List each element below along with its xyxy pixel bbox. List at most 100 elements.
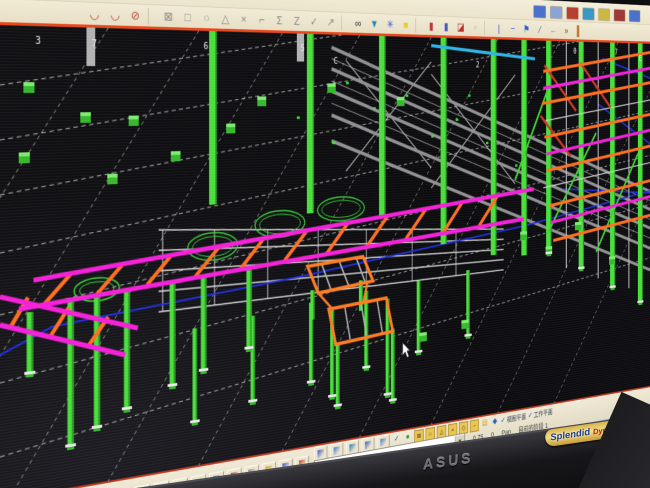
no-draw-icon[interactable]: ⊘ [125, 5, 145, 25]
footing-top [397, 97, 405, 100]
footing-top [257, 96, 266, 100]
platform-link [318, 292, 333, 313]
phase-dash-icon[interactable]: − [506, 20, 520, 36]
sketch-arc-icon[interactable]: ◡ [84, 4, 105, 24]
part-mark [373, 107, 376, 110]
column-shade [31, 312, 33, 371]
tower-orange-beam [543, 50, 650, 73]
column-shade [313, 34, 314, 213]
footing-top [107, 174, 117, 178]
footing-block [129, 119, 139, 126]
zigzag-tool-icon[interactable]: Z [288, 12, 305, 30]
footing-top [609, 256, 615, 260]
toolbar-fragment-icon-6[interactable] [629, 10, 640, 23]
create-box-icon[interactable]: □ [178, 8, 197, 27]
footing-block [609, 259, 615, 265]
part-mark [486, 142, 488, 144]
toolbar-fragment-icon-1[interactable] [550, 6, 563, 19]
part-mark [297, 116, 300, 119]
footing-top [226, 123, 235, 127]
toolbar-fragment-icon-2[interactable] [566, 7, 578, 20]
gray-tile-icon[interactable]: ▫ [468, 19, 482, 35]
orange-bar-icon[interactable]: ▌ [573, 23, 586, 38]
yellow-note-icon[interactable]: ■ [398, 16, 413, 33]
footing-block [327, 87, 335, 93]
footing-block [80, 116, 91, 123]
circular-duct [318, 196, 365, 223]
pin-blue-icon[interactable]: ▮ [439, 18, 454, 35]
toolbar-fragment-icon-0[interactable] [533, 5, 546, 19]
part-mark [406, 94, 409, 96]
binoculars-icon[interactable]: ∞ [350, 14, 366, 31]
platform-frame [329, 297, 393, 345]
grid-label: 7 [92, 39, 97, 50]
footing-top [520, 231, 527, 235]
splendid-label: Splendid [550, 427, 591, 444]
column-shade [469, 270, 470, 334]
platform-infill-beam [345, 305, 350, 340]
create-triangle-icon[interactable]: △ [216, 9, 235, 28]
corner-tool-icon[interactable]: ⌐ [253, 10, 271, 28]
snowflake-icon[interactable]: ✳ [382, 16, 398, 33]
toolbar-fragment-icon-3[interactable] [582, 7, 594, 20]
asus-logo: ASUS [422, 450, 475, 473]
flag-icon[interactable]: ⚑ [520, 21, 534, 37]
grid-label: 5 [300, 44, 304, 54]
fast-forward-icon[interactable]: » [560, 23, 573, 39]
footing-block [107, 177, 117, 184]
clash-check-icon[interactable]: ⊠ [159, 7, 179, 26]
footing-top [171, 151, 181, 155]
platform-infill-beam [377, 299, 382, 333]
footing-top [129, 116, 139, 120]
toolbar-separator [484, 20, 490, 34]
pin-red-icon[interactable]: ▮ [424, 17, 439, 34]
grid-label: 3 [35, 36, 41, 47]
check-tool-icon[interactable]: ✓ [305, 13, 322, 31]
column-shade [98, 295, 100, 425]
mouse-cursor [403, 342, 410, 359]
tower-red-brace [580, 63, 610, 108]
part-mark [346, 82, 349, 85]
toolbar-separator [341, 15, 348, 31]
column-shade [250, 268, 252, 347]
phase-bar-icon[interactable]: | [492, 20, 506, 36]
column-shade [393, 329, 394, 399]
grid-label: 2 [476, 61, 480, 70]
footing-top [80, 112, 91, 116]
footing-block [257, 100, 266, 106]
column-shade [215, 31, 217, 204]
sum-tool-icon[interactable]: Σ [271, 11, 289, 29]
column-shade [338, 342, 339, 404]
toolbar-fragment-icon-5[interactable] [614, 9, 626, 22]
delete-cross-icon[interactable]: × [235, 10, 253, 29]
toolbar-separator [415, 18, 421, 33]
footing-block [23, 86, 34, 93]
monitor-screen: ◡◡⊘⊠□○△×⌐ΣZ✓↗∞▼✳■▮▮◪▫|−⚑∕←»▌ 3765C207E ✓… [0, 0, 650, 488]
snap-override-5[interactable]: − [470, 419, 479, 433]
base-plate [464, 333, 471, 336]
toolbar-fragment-icon-4[interactable] [598, 8, 610, 21]
footing-block [19, 156, 30, 163]
red-tile-icon[interactable]: ◪ [454, 18, 469, 35]
column-shade [72, 299, 74, 444]
arrow-left-icon[interactable]: ← [547, 22, 560, 38]
column-shade [384, 36, 385, 215]
part-mark [456, 118, 458, 120]
grid-label: 6 [204, 42, 209, 52]
column-shade [205, 276, 207, 368]
checkmark-icon: ✓ [528, 411, 533, 420]
arrow-ne-icon[interactable]: ↗ [322, 13, 339, 31]
footing-block [575, 225, 581, 231]
footing-top [23, 82, 34, 86]
gridline-b [0, 25, 108, 488]
column-shade [642, 44, 643, 301]
view-filter-icon[interactable]: ▼ [366, 15, 382, 32]
footing-block [171, 155, 181, 162]
slash-icon[interactable]: ∕ [533, 22, 546, 38]
create-circle-icon[interactable]: ○ [197, 8, 216, 27]
sketch-arc-2-icon[interactable]: ◡ [105, 5, 126, 25]
footing-top [327, 83, 335, 86]
checkmark-icon: ✓ [501, 416, 506, 425]
grid-label: 7 [615, 48, 618, 56]
footing-top [575, 222, 581, 225]
